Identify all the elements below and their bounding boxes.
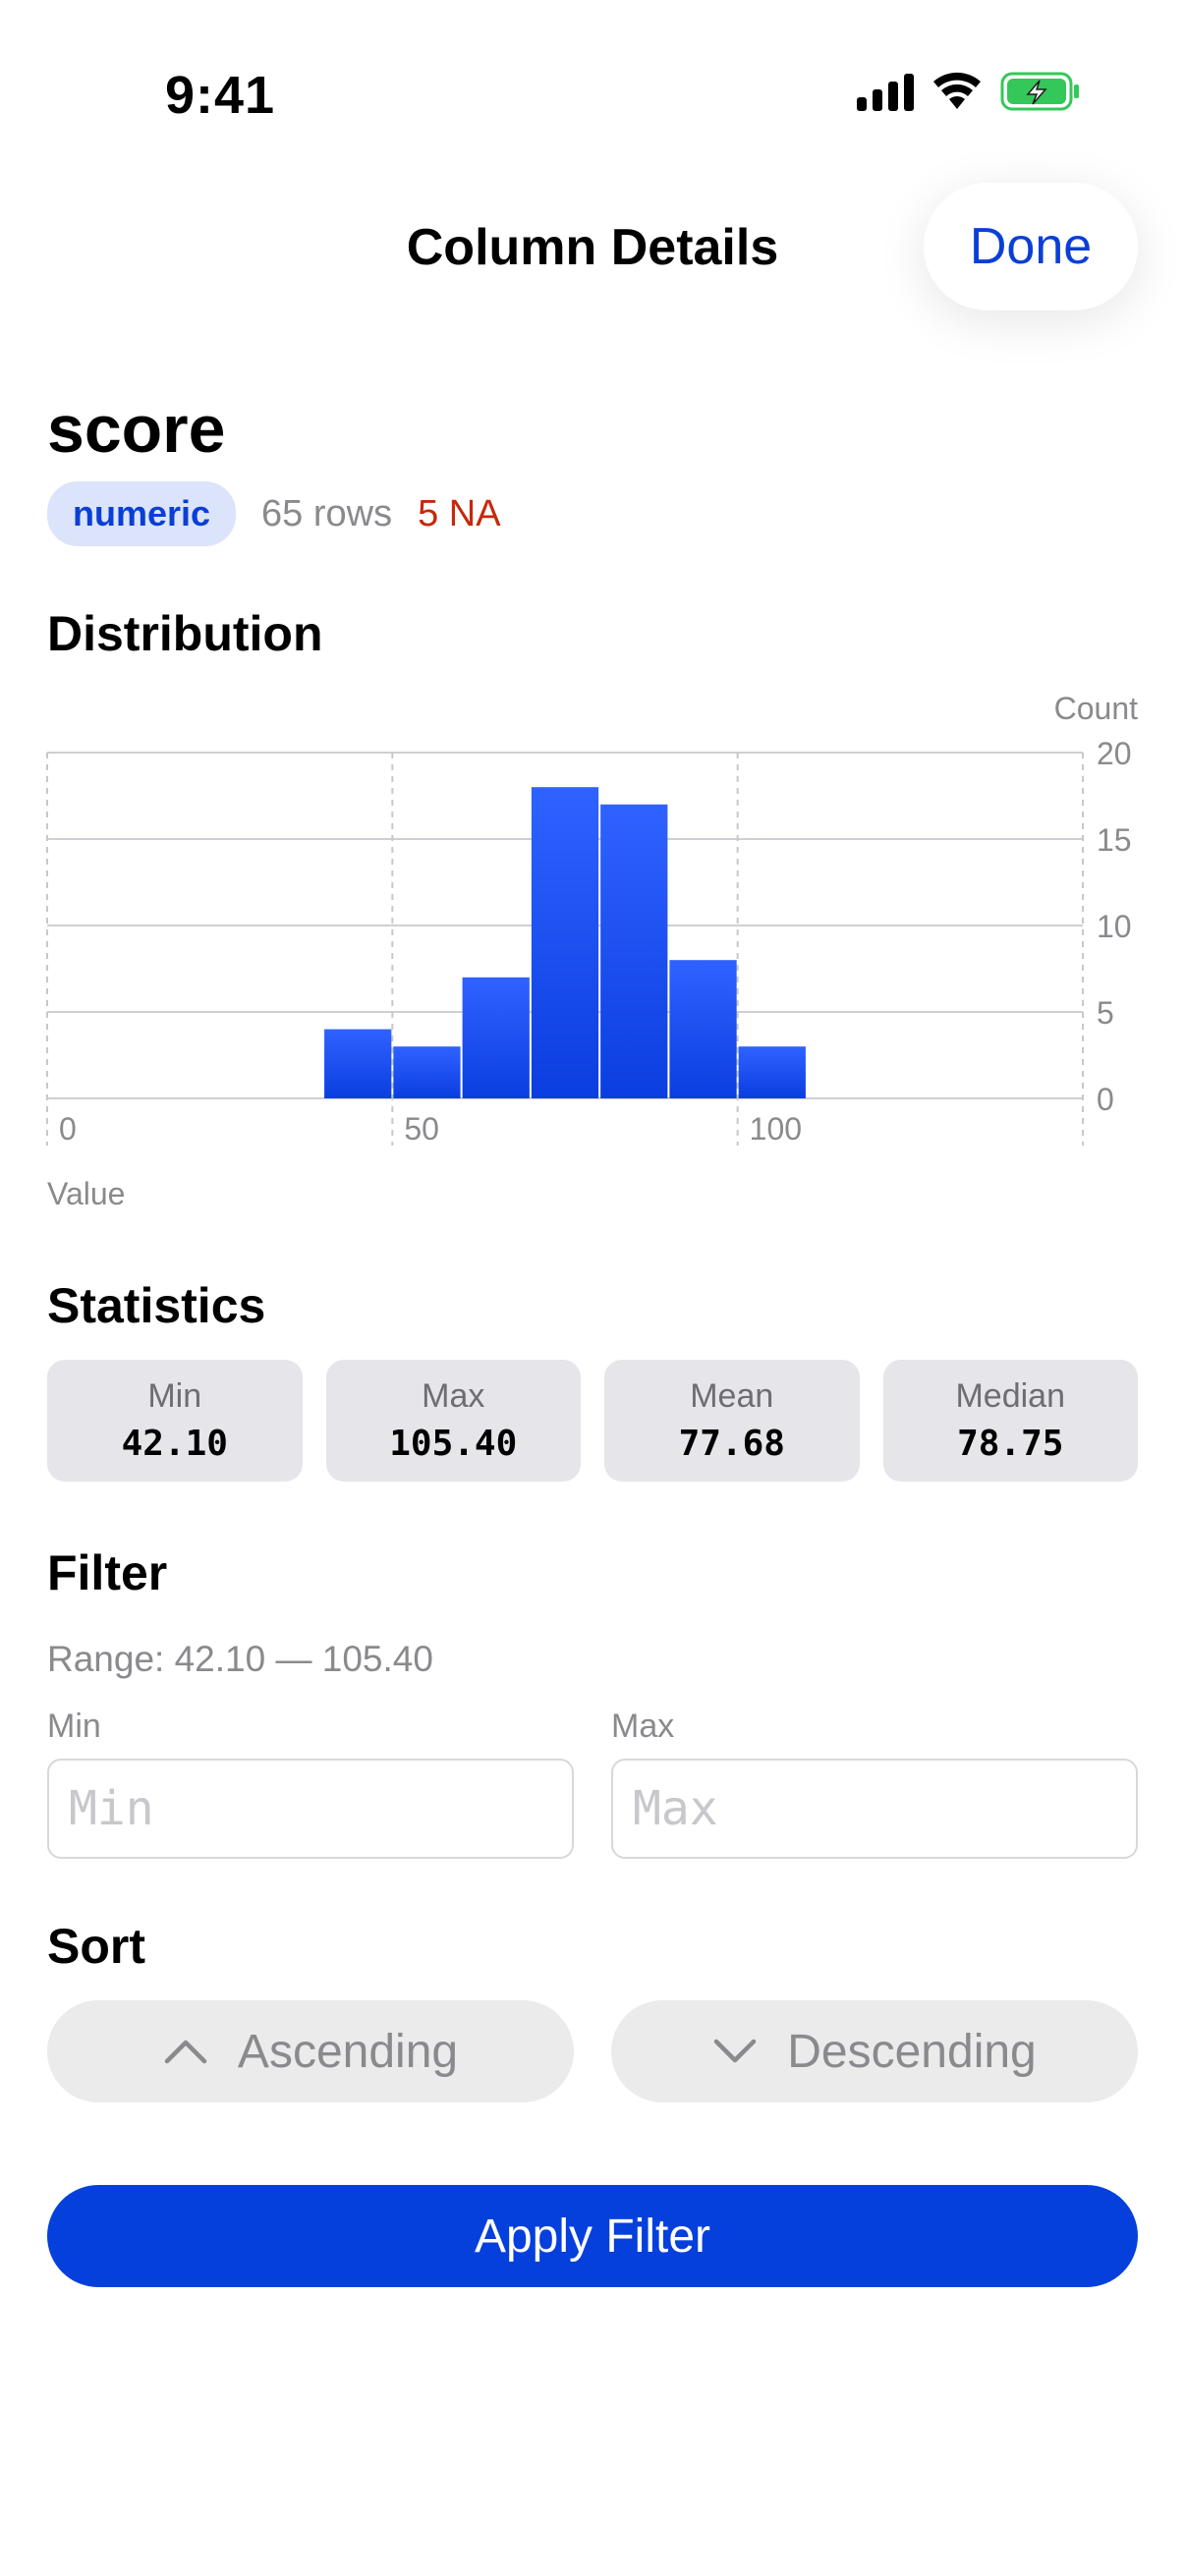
distribution-histogram: 0 50 100 0 5 10 15 20 Count Value (46, 691, 1139, 1211)
histogram-bar (600, 804, 668, 1098)
column-name: score (47, 392, 226, 467)
histogram-bar (462, 977, 530, 1098)
stat-label: Min (147, 1377, 202, 1415)
y-tick-label: 10 (1097, 909, 1132, 944)
distribution-title: Distribution (47, 606, 323, 661)
done-button[interactable]: Done (924, 183, 1138, 310)
filter-range: Range: 42.10 — 105.40 (47, 1639, 433, 1679)
max-field-label: Max (611, 1708, 675, 1745)
stat-median-card: Median 78.75 (882, 1360, 1138, 1482)
max-input[interactable] (611, 1759, 1138, 1859)
status-time: 9:41 (165, 66, 276, 125)
histogram-bar (324, 1029, 392, 1098)
wifi-icon (933, 72, 981, 109)
y-axis-label: Count (1054, 691, 1139, 726)
min-input[interactable] (47, 1759, 574, 1859)
cellular-signal-icon (857, 72, 914, 111)
status-bar: 9:41 (0, 0, 1185, 187)
y-tick-label: 15 (1097, 822, 1132, 858)
stat-value: 105.40 (389, 1424, 518, 1464)
sort-ascending-label: Ascending (237, 2025, 459, 2078)
row-count: 65 rows (261, 492, 393, 534)
stat-value: 78.75 (957, 1424, 1064, 1464)
stat-min-card: Min 42.10 (47, 1360, 303, 1482)
sort-title: Sort (47, 1919, 145, 1974)
stat-label: Max (422, 1377, 485, 1415)
y-tick-label: 20 (1097, 736, 1132, 771)
y-tick-label: 5 (1097, 995, 1114, 1031)
sort-descending-label: Descending (787, 2025, 1037, 2078)
status-icons (857, 71, 1081, 112)
x-tick-label: 100 (750, 1111, 802, 1147)
stat-mean-card: Mean 77.68 (604, 1360, 860, 1482)
type-badge: numeric (47, 481, 237, 546)
sort-ascending-button[interactable]: Ascending (47, 2000, 574, 2102)
statistics-title: Statistics (47, 1278, 266, 1333)
min-field-label: Min (47, 1708, 101, 1745)
stat-value: 42.10 (121, 1424, 228, 1464)
x-tick-label: 0 (59, 1111, 77, 1147)
histogram-bar (669, 960, 737, 1098)
histogram-bar (531, 787, 599, 1098)
sort-descending-button[interactable]: Descending (611, 2000, 1138, 2102)
histogram-bar (738, 1046, 806, 1098)
chevron-up-icon (164, 2040, 207, 2064)
stat-label: Median (955, 1377, 1065, 1415)
histogram-bar (393, 1046, 461, 1098)
na-count: 5 NA (418, 492, 501, 534)
chevron-down-icon (714, 2039, 757, 2063)
x-tick-label: 50 (404, 1111, 439, 1147)
apply-filter-button[interactable]: Apply Filter (47, 2185, 1138, 2287)
stat-max-card: Max 105.40 (325, 1360, 581, 1482)
x-axis-label: Value (47, 1176, 125, 1211)
column-meta: numeric 65 rows 5 NA (47, 481, 501, 546)
stats-row: Min 42.10 Max 105.40 Mean 77.68 Median 7… (47, 1360, 1138, 1482)
battery-charging-icon (1000, 72, 1079, 111)
stat-label: Mean (690, 1377, 774, 1415)
y-tick-label: 0 (1097, 1082, 1114, 1117)
filter-title: Filter (47, 1545, 168, 1600)
stat-value: 77.68 (678, 1424, 785, 1464)
